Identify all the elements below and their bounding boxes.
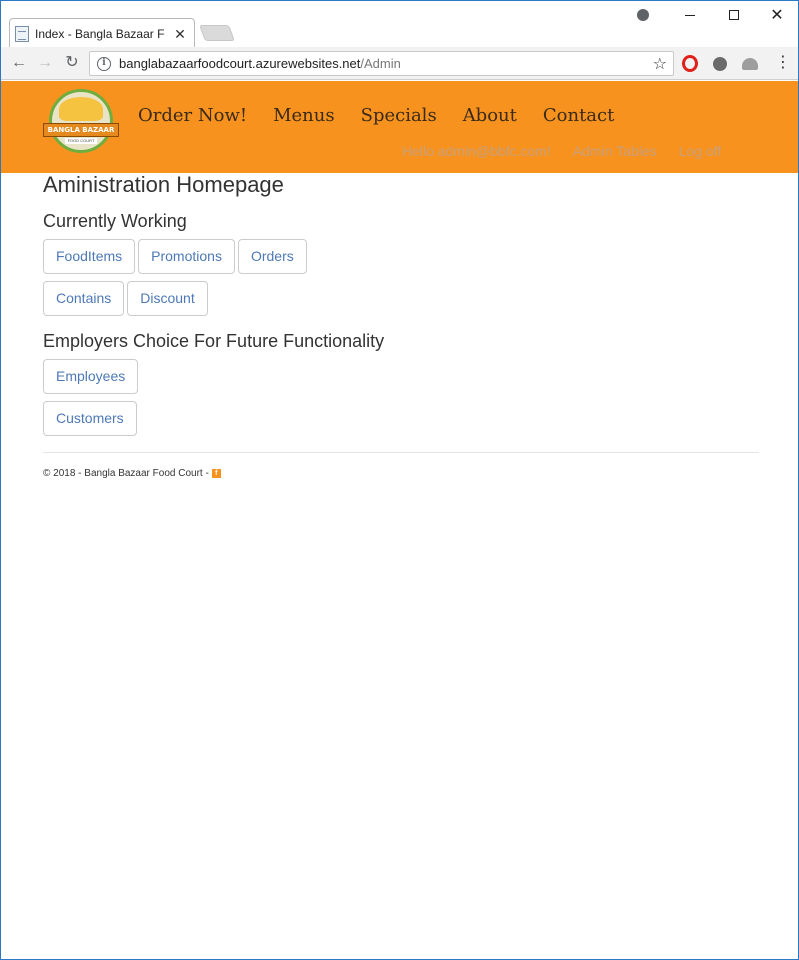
bookmark-star-icon[interactable]: ☆ — [653, 54, 667, 74]
new-tab-button[interactable] — [199, 25, 235, 41]
nav-about[interactable]: About — [463, 105, 517, 126]
customers-button[interactable]: Customers — [43, 401, 137, 436]
browser-menu-icon[interactable]: ⋮ — [775, 53, 791, 73]
page-favicon-icon — [15, 26, 29, 42]
current-buttons-row-1: FoodItems Promotions Orders — [43, 239, 759, 274]
nav-order-now[interactable]: Order Now! — [138, 105, 247, 126]
section-title-current: Currently Working — [43, 211, 187, 231]
logo-banner: BANGLA BAZAAR — [43, 123, 119, 137]
browser-window: Index - Bangla Bazaar Fo ✕ ✕ ← → ↻ i ban… — [0, 0, 799, 960]
facebook-icon[interactable]: f — [211, 469, 221, 478]
user-greeting-link[interactable]: Hello admin@bbfc.com! — [402, 143, 551, 159]
main-nav: Order Now! Menus Specials About Contact — [138, 105, 640, 126]
employees-button[interactable]: Employees — [43, 359, 139, 394]
current-buttons-row-2: Contains Discount — [43, 281, 759, 316]
tab-close-icon[interactable]: ✕ — [173, 26, 187, 43]
tab-title: Index - Bangla Bazaar Fo — [35, 27, 165, 41]
future-buttons-row-2: Customers — [43, 401, 759, 436]
minimize-button[interactable] — [677, 5, 703, 25]
copyright-text: © 2018 - Bangla Bazaar Food Court - — [43, 468, 209, 479]
admin-tables-link[interactable]: Admin Tables — [573, 143, 657, 159]
address-bar[interactable]: i banglabazaarfoodcourt.azurewebsites.ne… — [89, 51, 674, 76]
opera-extension-icon[interactable] — [682, 55, 698, 72]
nav-contact[interactable]: Contact — [543, 105, 614, 126]
nav-specials[interactable]: Specials — [361, 105, 437, 126]
site-header: BANGLA BAZAAR FOOD COURT Order Now! Menu… — [1, 81, 798, 173]
footer: © 2018 - Bangla Bazaar Food Court - f — [43, 468, 221, 479]
reload-icon[interactable]: ↻ — [62, 53, 82, 73]
log-off-link[interactable]: Log off — [679, 143, 722, 159]
promotions-button[interactable]: Promotions — [138, 239, 235, 274]
fooditems-button[interactable]: FoodItems — [43, 239, 136, 274]
window-close-button[interactable]: ✕ — [764, 5, 790, 25]
extension-icon[interactable] — [713, 57, 727, 71]
logo-subtext: FOOD COURT — [65, 138, 97, 144]
maximize-button[interactable] — [721, 5, 747, 25]
browser-toolbar: ← → ↻ i banglabazaarfoodcourt.azurewebsi… — [1, 47, 798, 80]
site-info-icon[interactable]: i — [97, 56, 111, 71]
url-path: /Admin — [360, 56, 401, 71]
discount-button[interactable]: Discount — [127, 281, 208, 316]
cloud-extension-icon[interactable] — [742, 58, 758, 70]
contains-button[interactable]: Contains — [43, 281, 125, 316]
footer-divider — [43, 452, 759, 453]
orders-button[interactable]: Orders — [237, 239, 307, 274]
main-content: Aministration Homepage Currently Working… — [43, 173, 759, 436]
section-title-future: Employers Choice For Future Functionalit… — [43, 331, 385, 351]
browser-tab-content[interactable]: Index - Bangla Bazaar Fo ✕ — [15, 23, 195, 45]
site-logo[interactable]: BANGLA BAZAAR FOOD COURT — [43, 89, 119, 155]
page-title: Aministration Homepage — [43, 172, 284, 197]
nav-menus[interactable]: Menus — [273, 105, 335, 126]
back-arrow-icon[interactable]: ← — [9, 53, 29, 73]
user-nav: Hello admin@bbfc.com! Admin Tables Log o… — [402, 143, 743, 159]
logo-food-graphic — [59, 97, 103, 121]
profile-icon[interactable] — [630, 5, 656, 25]
url-host: banglabazaarfoodcourt.azurewebsites.net — [119, 56, 361, 71]
future-buttons-row-1: Employees — [43, 359, 759, 394]
forward-arrow-icon[interactable]: → — [35, 53, 55, 73]
tab-strip: Index - Bangla Bazaar Fo ✕ ✕ — [1, 1, 798, 47]
